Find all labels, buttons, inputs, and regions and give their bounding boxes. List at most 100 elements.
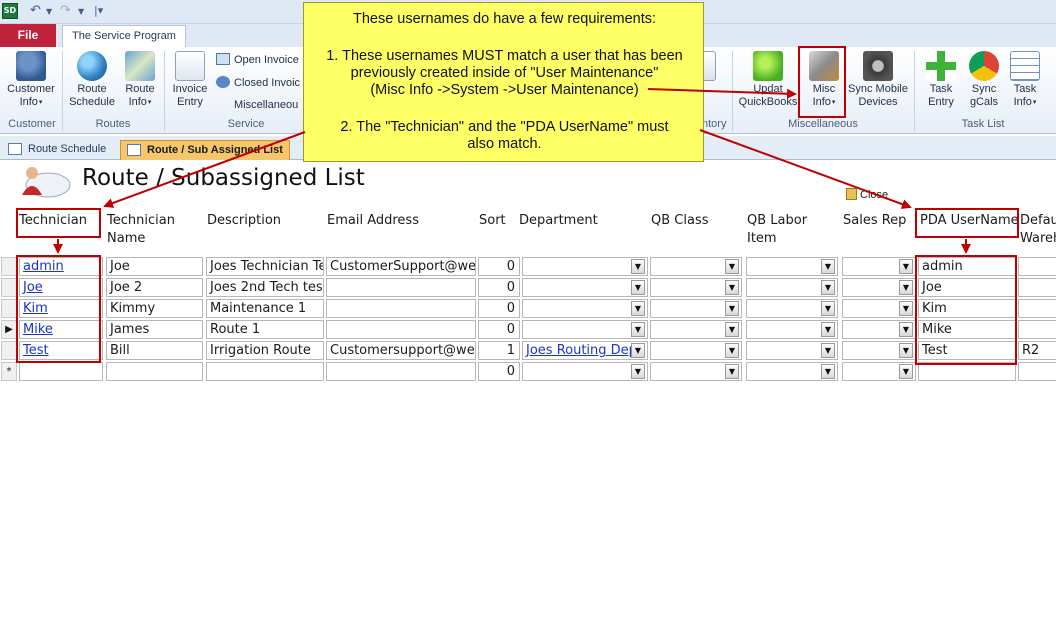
dropdown-arrow-icon[interactable]: ▼ [899, 322, 913, 337]
cell-sort[interactable]: 0 [478, 257, 520, 276]
cell-name[interactable] [106, 362, 203, 381]
cell-description[interactable]: Route 1 [206, 320, 324, 339]
cell-sort[interactable]: 0 [478, 278, 520, 297]
close-button[interactable]: Close [846, 188, 888, 201]
dropdown-arrow-icon[interactable]: ▼ [821, 259, 835, 274]
cell-name[interactable]: James [106, 320, 203, 339]
cell-name[interactable]: Kimmy [106, 299, 203, 318]
column-header-description[interactable]: Description [207, 212, 281, 230]
dropdown-arrow-icon[interactable]: ▼ [631, 322, 645, 337]
update-quickbooks-button[interactable]: Updat QuickBooks [736, 51, 800, 109]
cell-technician[interactable] [19, 362, 103, 381]
cell-description[interactable]: Irrigation Route [206, 341, 324, 360]
dropdown-arrow-icon[interactable]: ▼ [725, 343, 739, 358]
dropdown-arrow-icon[interactable]: ▼ [631, 364, 645, 379]
tab-the-service-program[interactable]: The Service Program [62, 25, 186, 47]
column-header-email[interactable]: Email Address [327, 212, 419, 230]
customer-info-button[interactable]: Customer Info▾ [4, 51, 58, 109]
cell-sort[interactable]: 0 [478, 362, 520, 381]
group-separator [914, 51, 915, 131]
row-selector[interactable] [1, 299, 17, 318]
task-entry-button[interactable]: Task Entry [922, 51, 960, 109]
invoice-entry-button[interactable]: Invoice Entry [168, 51, 212, 109]
column-header-qb-labor-item[interactable]: QB Labor Item [747, 212, 807, 248]
row-selector[interactable] [1, 341, 17, 360]
miscellaneous-button[interactable]: Miscellaneou [234, 98, 298, 112]
dropdown-arrow-icon[interactable]: ▼ [899, 301, 913, 316]
closed-invoice-button[interactable]: Closed Invoic [216, 76, 300, 90]
cell-sort[interactable]: 1 [478, 341, 520, 360]
row-selector[interactable] [1, 278, 17, 297]
task-info-button[interactable]: Task Info▾ [1006, 51, 1044, 109]
cell-name[interactable]: Joe [106, 257, 203, 276]
cell-warehouse[interactable] [1018, 362, 1056, 381]
dropdown-arrow-icon[interactable]: ▼ [821, 280, 835, 295]
tab-route-sub-assigned-list[interactable]: Route / Sub Assigned List [120, 140, 290, 160]
cell-warehouse[interactable]: R2 [1018, 341, 1056, 360]
dropdown-arrow-icon[interactable]: ▼ [725, 364, 739, 379]
sync-mobile-devices-button[interactable]: Sync Mobile Devices [846, 51, 910, 109]
redo-icon[interactable]: ↷ [60, 3, 71, 18]
cell-department[interactable]: Joes Routing Dep [522, 341, 648, 360]
dropdown-arrow-icon[interactable]: ▼ [631, 301, 645, 316]
file-tab[interactable]: File [0, 24, 56, 47]
dropdown-arrow-icon[interactable]: ▼ [631, 343, 645, 358]
cell-warehouse[interactable] [1018, 257, 1056, 276]
dropdown-arrow-icon[interactable]: ▼ [725, 259, 739, 274]
tab-route-schedule[interactable]: Route Schedule [2, 140, 116, 160]
cell-description[interactable]: Maintenance 1 [206, 299, 324, 318]
column-header-sort[interactable]: Sort [479, 212, 506, 230]
chevron-down-icon[interactable]: ▼ [46, 7, 52, 16]
cell-email[interactable]: Customersupport@wes [326, 341, 476, 360]
row-selector[interactable] [1, 257, 17, 276]
open-invoice-button[interactable]: Open Invoice [216, 53, 299, 67]
dropdown-arrow-icon[interactable]: ▼ [725, 301, 739, 316]
column-header-qb-class[interactable]: QB Class [651, 212, 708, 230]
cell-name[interactable]: Bill [106, 341, 203, 360]
cell-email[interactable] [326, 299, 476, 318]
dropdown-arrow-icon[interactable]: ▼ [821, 301, 835, 316]
route-schedule-button[interactable]: Route Schedule [66, 51, 118, 109]
dropdown-arrow-icon[interactable]: ▼ [899, 364, 913, 379]
sync-gcals-label: Sync gCals [969, 83, 999, 108]
column-header-department[interactable]: Department [519, 212, 598, 230]
column-header-default-warehouse[interactable]: Defau Wareh [1020, 212, 1056, 248]
cell-department[interactable] [522, 320, 648, 339]
cell-department[interactable] [522, 278, 648, 297]
cell-description[interactable]: Joes Technician Te [206, 257, 324, 276]
dropdown-arrow-icon[interactable]: ▼ [899, 280, 913, 295]
dropdown-arrow-icon[interactable]: ▼ [821, 364, 835, 379]
cell-email[interactable] [326, 320, 476, 339]
cell-email[interactable] [326, 278, 476, 297]
dropdown-arrow-icon[interactable]: ▼ [821, 322, 835, 337]
cell-warehouse[interactable] [1018, 299, 1056, 318]
undo-icon[interactable]: ↶ [30, 3, 41, 18]
cell-sort[interactable]: 0 [478, 320, 520, 339]
sync-gcals-button[interactable]: Sync gCals [966, 51, 1002, 109]
dropdown-arrow-icon[interactable]: ▼ [725, 322, 739, 337]
column-header-technician-name[interactable]: Technician Name [107, 212, 175, 248]
chevron-down-icon[interactable]: ▼ [78, 7, 84, 16]
cell-email[interactable]: CustomerSupport@wes [326, 257, 476, 276]
dropdown-arrow-icon[interactable]: ▼ [725, 280, 739, 295]
column-header-sales-rep[interactable]: Sales Rep [843, 212, 906, 230]
cell-name[interactable]: Joe 2 [106, 278, 203, 297]
cell-description[interactable] [206, 362, 324, 381]
cell-department[interactable] [522, 362, 648, 381]
route-info-button[interactable]: Route Info▾ [120, 51, 160, 109]
cell-department[interactable] [522, 299, 648, 318]
dropdown-arrow-icon[interactable]: ▼ [631, 259, 645, 274]
dropdown-arrow-icon[interactable]: ▼ [821, 343, 835, 358]
cell-description[interactable]: Joes 2nd Tech test [206, 278, 324, 297]
cell-sort[interactable]: 0 [478, 299, 520, 318]
dropdown-arrow-icon[interactable]: ▼ [899, 259, 913, 274]
customize-qat-icon[interactable]: |▾ [94, 4, 103, 17]
row-selector[interactable]: * [1, 362, 17, 381]
dropdown-arrow-icon[interactable]: ▼ [899, 343, 913, 358]
dropdown-arrow-icon[interactable]: ▼ [631, 280, 645, 295]
cell-email[interactable] [326, 362, 476, 381]
cell-warehouse[interactable] [1018, 320, 1056, 339]
row-selector[interactable]: ▶ [1, 320, 17, 339]
cell-department[interactable] [522, 257, 648, 276]
cell-warehouse[interactable] [1018, 278, 1056, 297]
